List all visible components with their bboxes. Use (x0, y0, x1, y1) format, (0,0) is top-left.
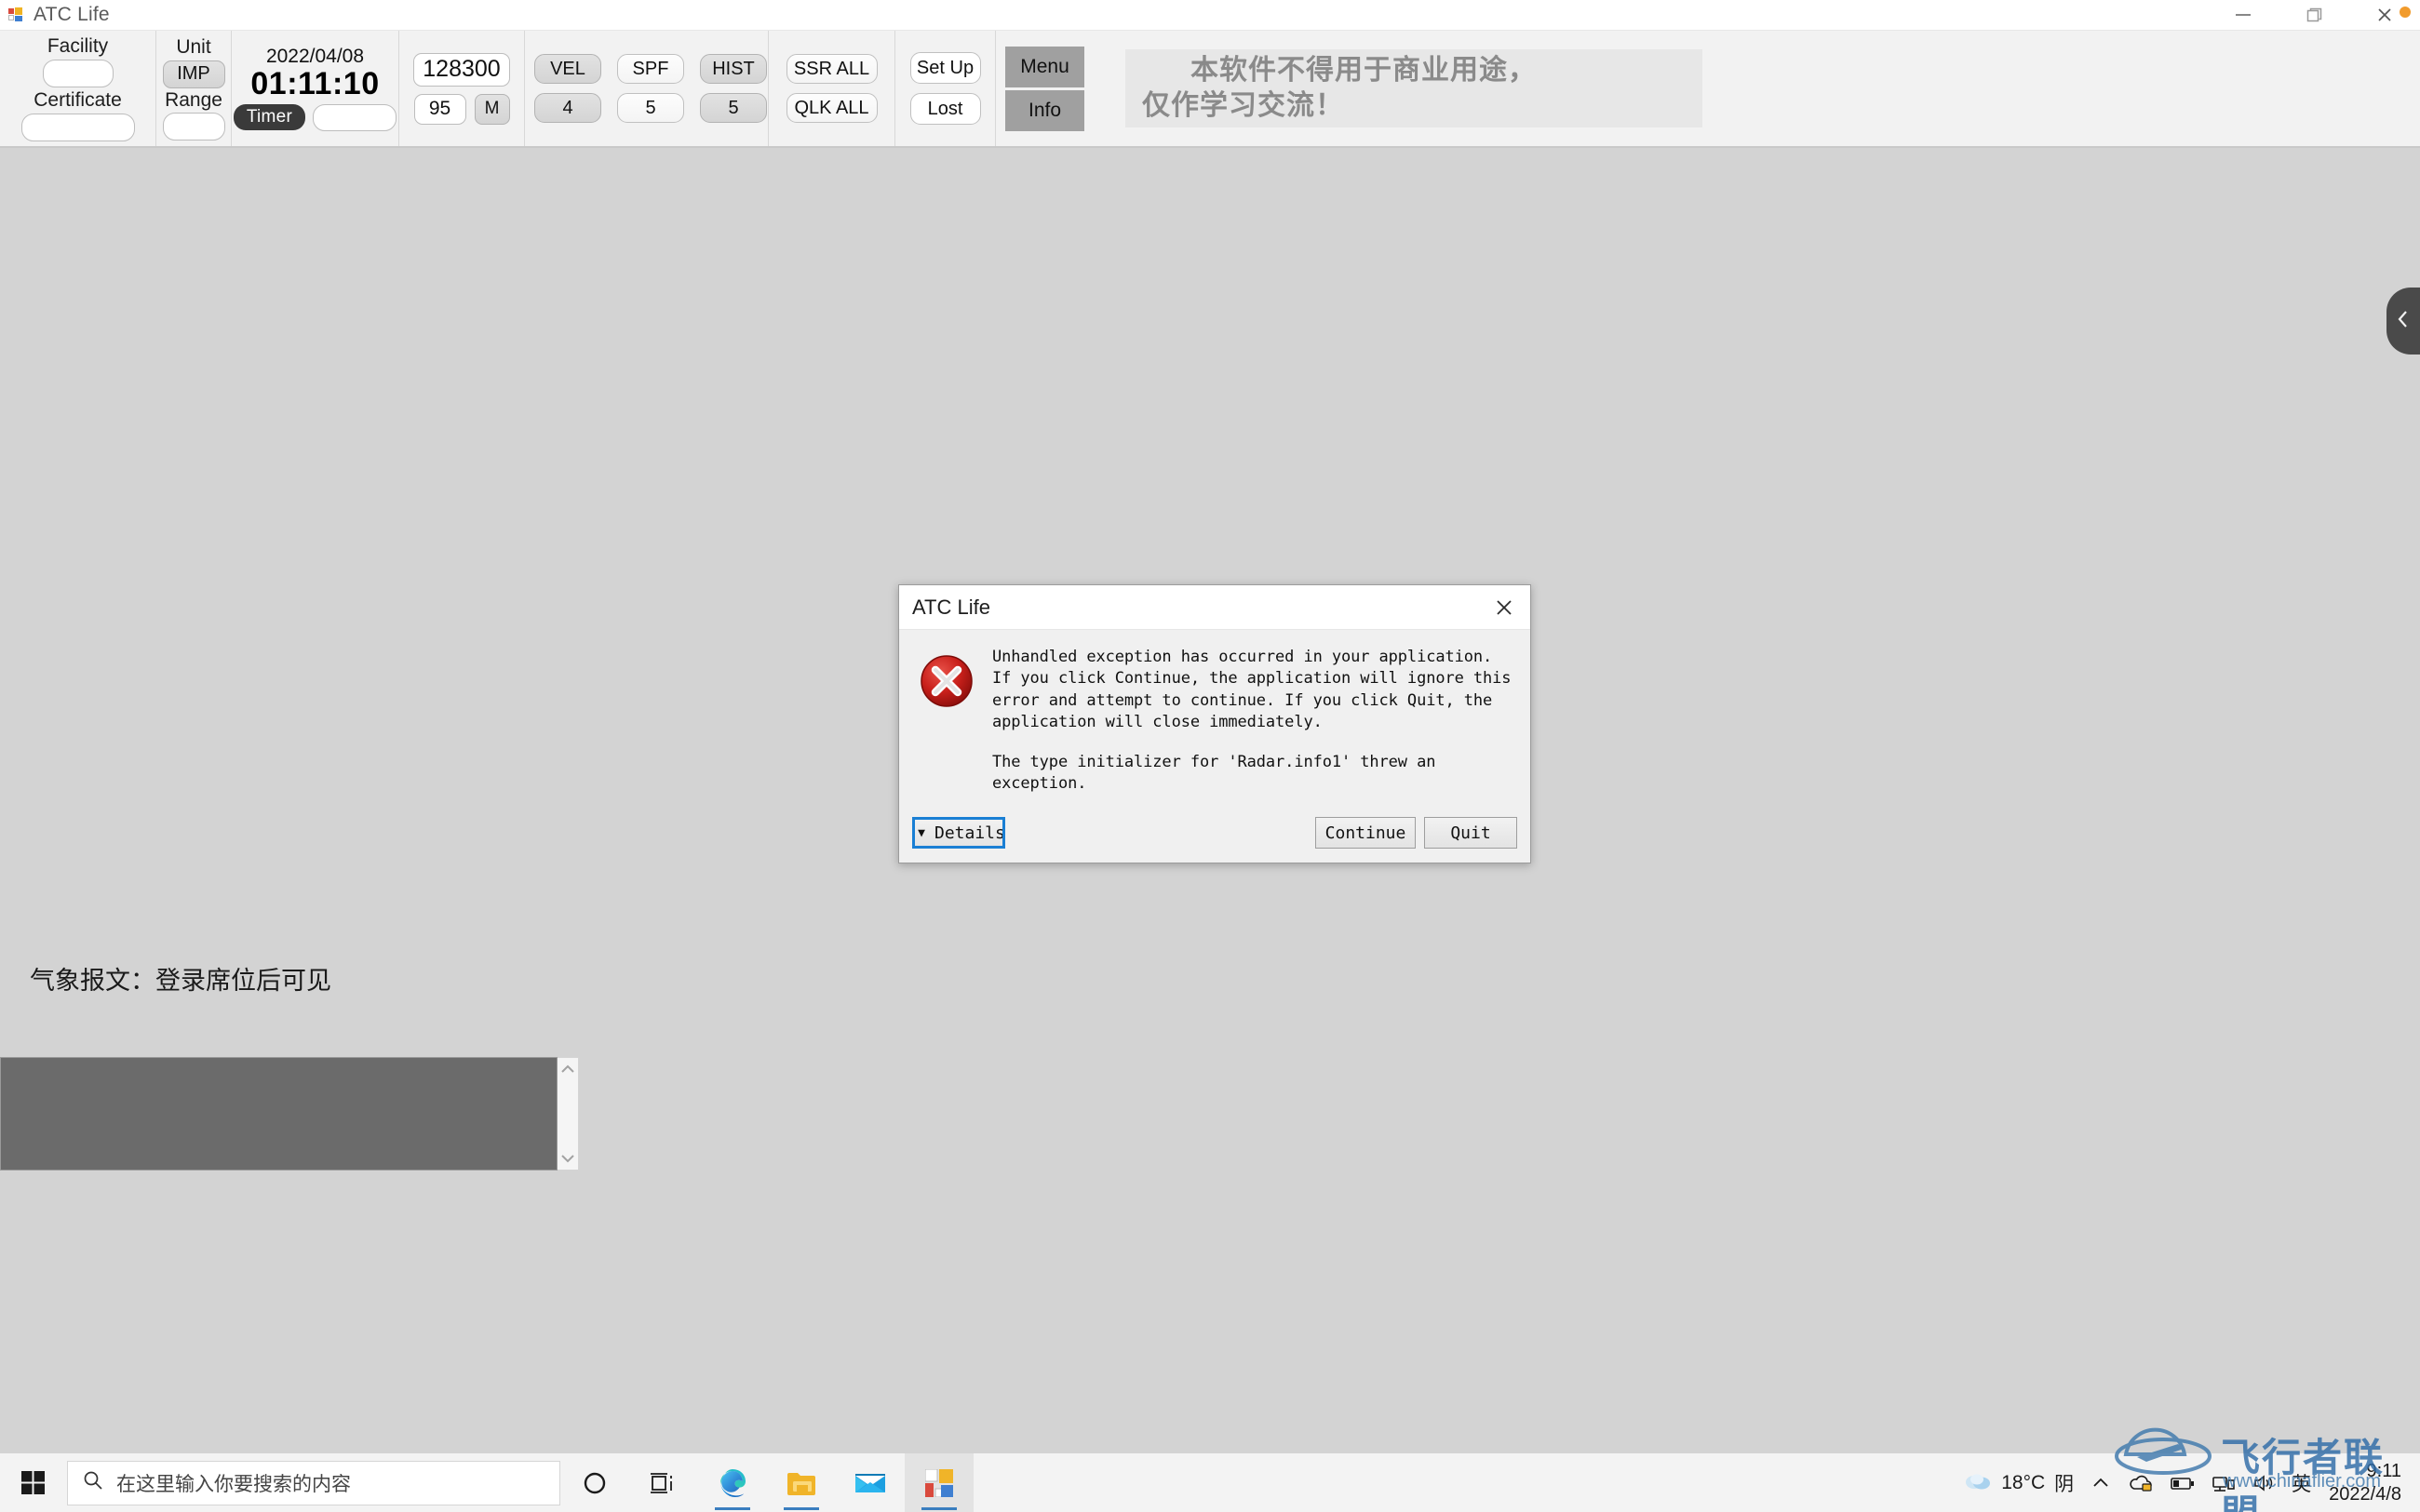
panel-collapse-tab[interactable] (2386, 288, 2420, 355)
clock-time: 01:11:10 (250, 66, 380, 102)
unit-range-group: Unit IMP Range (156, 31, 232, 146)
main-toolbar: Facility Certificate Unit IMP Range 2022… (0, 31, 2420, 148)
show-hidden-icons-button[interactable] (2082, 1453, 2119, 1512)
menu-button[interactable]: Menu (1005, 46, 1084, 87)
flight-strip-scrollbar[interactable] (558, 1057, 579, 1171)
vel-value-button[interactable]: 4 (534, 93, 601, 123)
app-tiles-icon (8, 7, 25, 23)
weather-message-label: 气象报文：登录席位后可见 (30, 967, 331, 996)
task-view-icon[interactable] (629, 1453, 698, 1512)
continue-button[interactable]: Continue (1315, 817, 1416, 849)
facility-label: Facility (47, 34, 109, 57)
chevron-left-icon (2395, 307, 2412, 336)
disclaimer-line-2: 仅作学习交流！ (1142, 89, 1344, 122)
weather-tray-item[interactable]: 18°C 阴 (1956, 1453, 2082, 1512)
display-options-group: VEL 4 SPF 5 HIST 5 (525, 31, 769, 146)
search-icon (83, 1470, 103, 1496)
clock-time-value: 9:11 (2366, 1460, 2401, 1481)
caret-down-icon: ▼ (918, 825, 925, 840)
close-button[interactable] (2349, 0, 2420, 31)
lost-button[interactable]: Lost (909, 93, 981, 125)
quit-button[interactable]: Quit (1424, 817, 1517, 849)
certificate-input[interactable] (20, 114, 135, 142)
battery-icon[interactable] (2162, 1453, 2203, 1512)
spf-button[interactable]: SPF (617, 54, 684, 84)
flight-strip-panel[interactable] (0, 1057, 579, 1171)
windows-start-icon[interactable] (0, 1453, 67, 1512)
timer-input[interactable] (313, 103, 397, 131)
mail-icon[interactable] (836, 1453, 905, 1512)
file-explorer-icon[interactable] (767, 1453, 836, 1512)
volume-icon[interactable] (2244, 1453, 2283, 1512)
dialog-message: Unhandled exception has occurred in your… (992, 647, 1515, 796)
timer-button[interactable]: Timer (233, 104, 306, 131)
chevron-down-icon[interactable] (559, 1152, 576, 1165)
disclaimer-banner: 本软件不得用于商业用途， 仅作学习交流！ (1125, 49, 1702, 127)
weather-description: 阴 (2054, 1473, 2075, 1495)
certificate-label: Certificate (34, 89, 122, 111)
error-circle-icon (918, 652, 975, 710)
vel-button[interactable]: VEL (534, 54, 601, 84)
frequency-input[interactable]: 128300 (413, 52, 510, 87)
clock-date: 2022/04/08 (265, 46, 365, 68)
facility-group: Facility Certificate (0, 31, 156, 146)
facility-input[interactable] (42, 60, 114, 87)
frequency-level-input[interactable]: 95 (413, 93, 466, 125)
set-up-button[interactable]: Set Up (909, 52, 981, 84)
hist-button[interactable]: HIST (700, 54, 767, 84)
frequency-mode-button[interactable]: M (474, 93, 510, 125)
qlk-all-button[interactable]: QLK ALL (786, 93, 878, 123)
dialog-titlebar: ATC Life (899, 585, 1530, 630)
details-button[interactable]: ▼ Details (912, 817, 1005, 849)
session-group: Set Up Lost (895, 31, 996, 146)
chevron-up-icon[interactable] (559, 1063, 576, 1076)
error-dialog[interactable]: ATC Life Unhandled exception has occurre… (898, 584, 1531, 863)
running-indicator (784, 1507, 819, 1510)
dialog-body: Unhandled exception has occurred in your… (899, 630, 1530, 796)
spf-value-button[interactable]: 5 (617, 93, 684, 123)
ime-language-indicator[interactable]: 英 (2283, 1453, 2319, 1512)
range-input[interactable] (162, 112, 225, 140)
clock-group: 2022/04/08 01:11:10 Timer (232, 31, 399, 146)
taskbar-clock[interactable]: 9:11 2022/4/8 (2319, 1453, 2414, 1512)
maximize-button[interactable] (2279, 0, 2349, 31)
weather-temperature: 18°C (2001, 1471, 2046, 1493)
dialog-close-button[interactable] (1478, 586, 1530, 629)
unit-label: Unit (176, 36, 211, 59)
ssr-group: SSR ALL QLK ALL (769, 31, 895, 146)
cortana-circle-icon[interactable] (560, 1453, 629, 1512)
hist-value-button[interactable]: 5 (700, 93, 767, 123)
edge-icon[interactable] (698, 1453, 767, 1512)
running-indicator (715, 1507, 750, 1510)
system-tray: 18°C 阴 英 9:11 2022/4/8 (1956, 1453, 2420, 1512)
imp-toggle-button[interactable]: IMP (162, 60, 225, 88)
cloud-icon (1964, 1470, 1992, 1496)
details-button-label: Details (934, 823, 1005, 843)
window-controls (2208, 0, 2420, 31)
windows-taskbar: 在这里输入你要搜索的内容 18°C 阴 英 9:11 2022/4/8 (0, 1453, 2420, 1512)
onedrive-icon[interactable] (2119, 1453, 2162, 1512)
range-label: Range (165, 88, 222, 111)
dialog-message-secondary: The type initializer for 'Radar.info1' t… (992, 752, 1436, 794)
frequency-group: 128300 95 M (399, 31, 525, 146)
application-window: ATC Life Facility Certificate Unit IMP R… (0, 0, 2420, 1512)
info-button[interactable]: Info (1005, 89, 1084, 131)
search-input[interactable]: 在这里输入你要搜索的内容 (67, 1460, 560, 1505)
search-placeholder: 在这里输入你要搜索的内容 (116, 1473, 351, 1495)
dialog-title: ATC Life (912, 595, 990, 619)
dialog-actions: ▼ Details Continue Quit (899, 803, 1530, 863)
disclaimer-line-1: 本软件不得用于商业用途， (1190, 53, 1537, 87)
atc-life-icon[interactable] (905, 1453, 974, 1512)
clock-date-value: 2022/4/8 (2329, 1483, 2401, 1505)
running-indicator (921, 1507, 957, 1510)
dialog-message-primary: Unhandled exception has occurred in your… (992, 648, 1512, 732)
window-titlebar: ATC Life (0, 0, 2420, 31)
nav-group: Menu Info (996, 31, 1094, 146)
status-dot (2400, 6, 2411, 18)
network-icon[interactable] (2203, 1453, 2244, 1512)
window-title: ATC Life (34, 4, 110, 25)
flight-strip-list[interactable] (0, 1057, 558, 1171)
ssr-all-button[interactable]: SSR ALL (786, 54, 878, 84)
minimize-button[interactable] (2208, 0, 2279, 31)
